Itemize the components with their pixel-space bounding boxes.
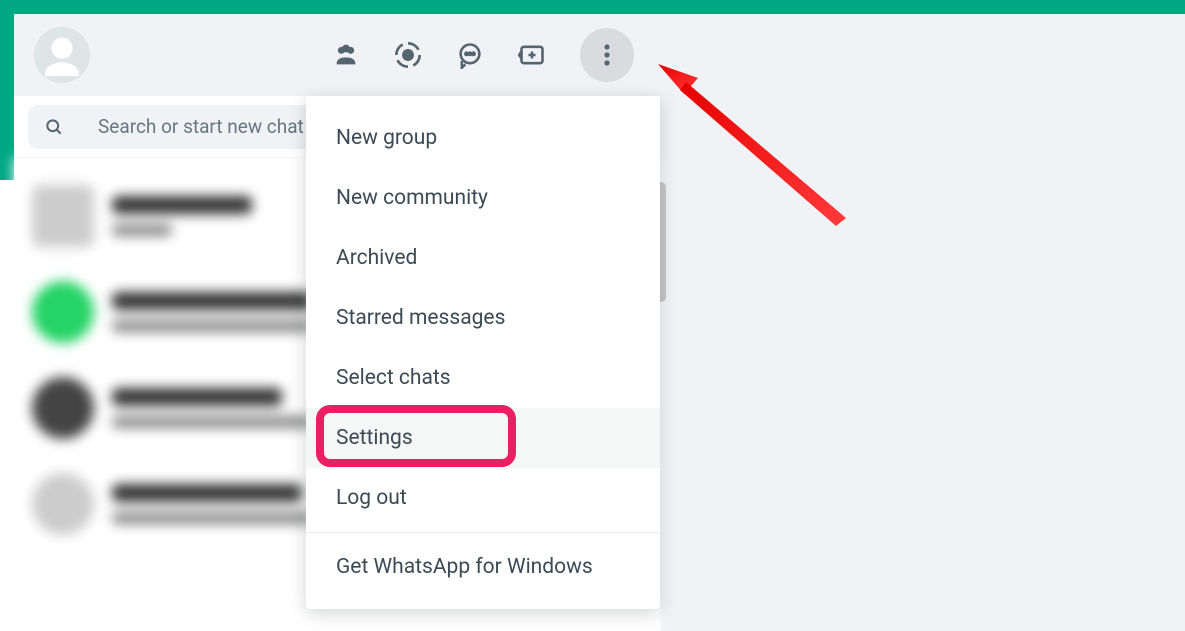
search-placeholder: Search or start new chat	[98, 115, 304, 138]
communities-icon[interactable]	[332, 41, 360, 69]
status-icon[interactable]	[394, 41, 422, 69]
menu-new-group[interactable]: New group	[306, 108, 660, 168]
new-chat-icon[interactable]	[456, 41, 484, 69]
menu-archived[interactable]: Archived	[306, 228, 660, 288]
menu-settings[interactable]: Settings	[306, 408, 660, 468]
search-icon	[44, 117, 64, 137]
menu-new-community[interactable]: New community	[306, 168, 660, 228]
menu-starred[interactable]: Starred messages	[306, 288, 660, 348]
profile-avatar[interactable]	[34, 27, 90, 83]
empty-conversation-pane	[660, 14, 1185, 631]
menu-separator	[306, 532, 660, 533]
menu-get-desktop[interactable]: Get WhatsApp for Windows	[306, 537, 660, 597]
menu-logout[interactable]: Log out	[306, 468, 660, 528]
menu-select-chats[interactable]: Select chats	[306, 348, 660, 408]
more-menu-button[interactable]	[580, 28, 634, 82]
header-actions	[332, 28, 640, 82]
sidebar-header	[14, 14, 660, 96]
more-menu-dropdown: New group New community Archived Starred…	[306, 96, 660, 609]
channels-icon[interactable]	[518, 41, 546, 69]
